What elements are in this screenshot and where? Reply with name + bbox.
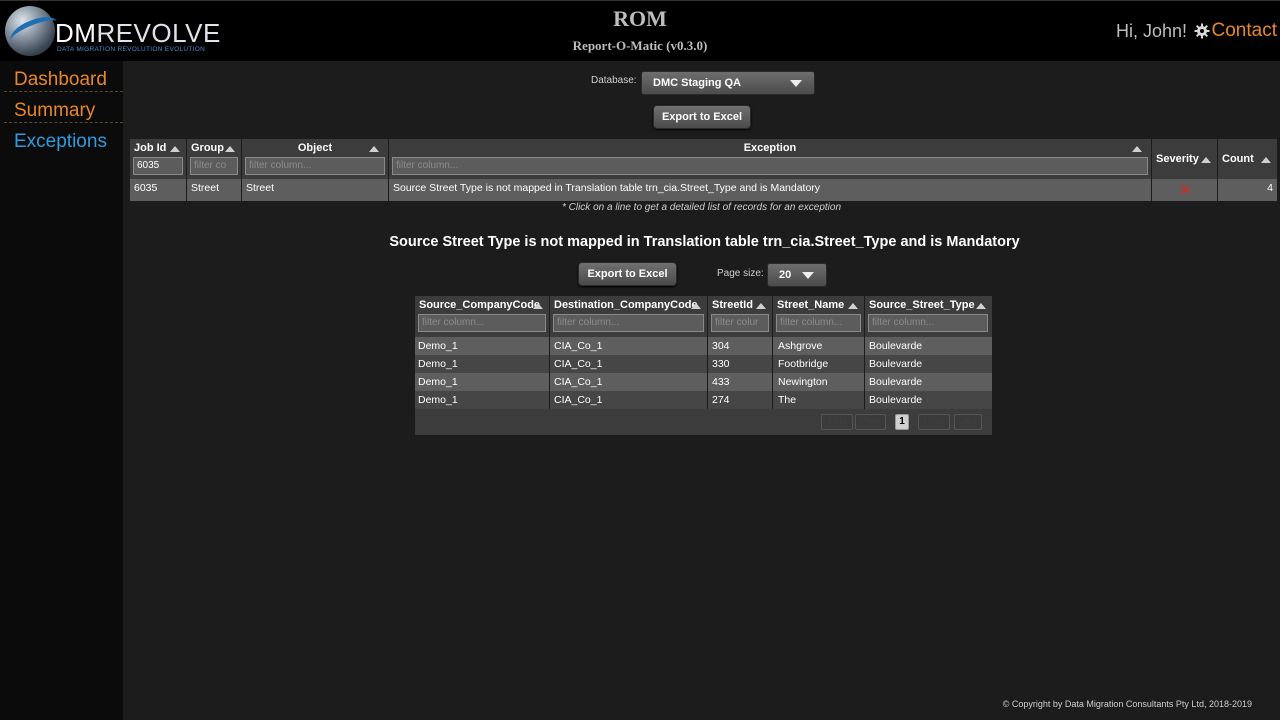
sidebar-item-exceptions[interactable]: Exceptions [4, 123, 123, 154]
cell-destination-companycode: CIA_Co_1 [554, 394, 603, 406]
sidebar-item-summary[interactable]: Summary [4, 92, 123, 123]
cell-source-street-type: Boulevarde [869, 358, 923, 370]
pager-first-button[interactable]: First [821, 414, 853, 430]
column-header-source-companycode[interactable]: Source_CompanyCode [419, 299, 545, 311]
page-size-value: 20 [779, 269, 792, 281]
severity-error-icon: ✕ [1179, 181, 1192, 199]
cell-streetid: 433 [712, 376, 730, 388]
group-filter-input[interactable]: filter co [190, 157, 238, 175]
cell-street-name: The [778, 394, 797, 406]
street-name-filter-input[interactable]: filter column... [776, 314, 861, 332]
column-exception: Exception filter column... Source Street… [389, 139, 1152, 201]
database-select-value: DMC Staging QA [653, 77, 741, 89]
column-count: Count 4 [1218, 139, 1277, 201]
source-street-type-filter-input[interactable]: filter column... [868, 314, 988, 332]
cell-destination-companycode: CIA_Co_1 [554, 340, 603, 352]
page-size-label: Page size: [717, 268, 764, 279]
cell-street-name: Newington [778, 376, 828, 388]
cell-destination-companycode: CIA_Co_1 [554, 376, 603, 388]
sort-up-icon [1132, 146, 1142, 152]
column-header-object[interactable]: Object [246, 142, 384, 154]
column-source-companycode: Source_CompanyCode filter column... Demo… [415, 296, 550, 409]
chevron-down-icon [802, 272, 814, 279]
exception-filter-input[interactable]: filter column... [392, 157, 1148, 175]
column-severity: Severity ✕ [1152, 139, 1218, 201]
gear-icon[interactable] [1194, 23, 1210, 39]
column-header-exception[interactable]: Exception [393, 142, 1147, 154]
cell-street-name: Footbridge [778, 358, 829, 370]
source-companycode-filter-input[interactable]: filter column... [418, 314, 546, 332]
sidebar: Dashboard Summary Exceptions [0, 61, 123, 720]
pager-last-button[interactable]: Last [954, 414, 982, 430]
detail-title: Source Street Type is not mapped in Tran… [389, 234, 1020, 250]
app-header: DMREVOLVE DATA MIGRATION REVOLUTION EVOL… [0, 0, 1280, 61]
pager-prev-button[interactable]: Prev [855, 414, 886, 430]
sort-up-icon [533, 303, 543, 309]
detail-export-to-excel-button[interactable]: Export to Excel [578, 262, 677, 286]
export-to-excel-button[interactable]: Export to Excel [653, 105, 751, 129]
sort-up-icon [756, 303, 766, 309]
column-header-job-id[interactable]: Job Id [134, 142, 182, 154]
column-object: Object filter column... Street [242, 139, 389, 201]
column-streetid: StreetId filter colur 304 330 433 274 [708, 296, 773, 409]
pager-next-button[interactable]: Next [918, 414, 950, 430]
column-job-id: Job Id 6035 6035 [130, 139, 187, 201]
cell-group: Street [191, 182, 220, 194]
sort-up-icon [848, 303, 858, 309]
column-street-name: Street_Name filter column... Ashgrove Fo… [773, 296, 865, 409]
page-size-select[interactable]: 20 [767, 263, 827, 287]
sort-up-icon [1201, 157, 1211, 163]
chevron-down-icon [790, 80, 802, 87]
app-subtitle: Report-O-Matic (v0.3.0) [572, 38, 708, 53]
cell-source-street-type: Boulevarde [869, 340, 923, 352]
database-select[interactable]: DMC Staging QA [641, 71, 815, 95]
sort-up-icon [225, 146, 235, 152]
cell-source-street-type: Boulevarde [869, 376, 923, 388]
object-filter-input[interactable]: filter column... [245, 157, 385, 175]
cell-object: Street [246, 182, 275, 194]
exceptions-grid: Job Id 6035 6035 Group filter co Street … [130, 139, 1277, 201]
cell-streetid: 330 [712, 358, 730, 370]
cell-source-companycode: Demo_1 [418, 376, 458, 388]
pager-page-1-button[interactable]: 1 [895, 414, 909, 430]
column-header-source-street-type[interactable]: Source_Street_Type [869, 299, 988, 311]
job-id-filter-input[interactable]: 6035 [133, 157, 183, 175]
column-source-street-type: Source_Street_Type filter column... Boul… [865, 296, 992, 409]
column-header-severity[interactable]: Severity [1156, 153, 1213, 165]
cell-job-id: 6035 [134, 182, 158, 194]
cell-street-name: Ashgrove [778, 340, 823, 352]
cell-streetid: 274 [712, 394, 730, 406]
column-header-count[interactable]: Count [1222, 153, 1273, 165]
detail-grid: Source_CompanyCode filter column... Demo… [415, 296, 992, 435]
column-header-group[interactable]: Group [191, 142, 237, 154]
sort-up-icon [976, 303, 986, 309]
click-hint: * Click on a line to get a detailed list… [561, 202, 842, 213]
cell-source-companycode: Demo_1 [418, 340, 458, 352]
destination-companycode-filter-input[interactable]: filter column... [553, 314, 704, 332]
app-title: ROM [613, 6, 667, 31]
sort-up-icon [1261, 157, 1271, 163]
cell-source-companycode: Demo_1 [418, 394, 458, 406]
main-content: Database: DMC Staging QA Export to Excel… [123, 61, 1280, 720]
column-group: Group filter co Street [187, 139, 242, 201]
cell-exception: Source Street Type is not mapped in Tran… [393, 182, 821, 194]
column-destination-companycode: Destination_CompanyCode filter column...… [550, 296, 708, 409]
cell-destination-companycode: CIA_Co_1 [554, 358, 603, 370]
cell-streetid: 304 [712, 340, 730, 352]
column-header-streetid[interactable]: StreetId [712, 299, 768, 311]
user-greeting: Hi, John! [1115, 21, 1187, 41]
sort-up-icon [691, 303, 701, 309]
sort-up-icon [170, 146, 180, 152]
column-header-street-name[interactable]: Street_Name [777, 299, 860, 311]
sidebar-item-dashboard[interactable]: Dashboard [4, 61, 123, 92]
cell-source-street-type: Boulevarde [869, 394, 923, 406]
streetid-filter-input[interactable]: filter colur [711, 314, 769, 332]
database-label: Database: [591, 75, 637, 86]
sort-up-icon [369, 146, 379, 152]
column-header-destination-companycode[interactable]: Destination_CompanyCode [554, 299, 703, 311]
copyright-footer: © Copyright by Data Migration Consultant… [1002, 699, 1252, 709]
cell-count: 4 [1267, 182, 1273, 194]
contact-link[interactable]: Contact [1212, 20, 1277, 42]
cell-source-companycode: Demo_1 [418, 358, 458, 370]
